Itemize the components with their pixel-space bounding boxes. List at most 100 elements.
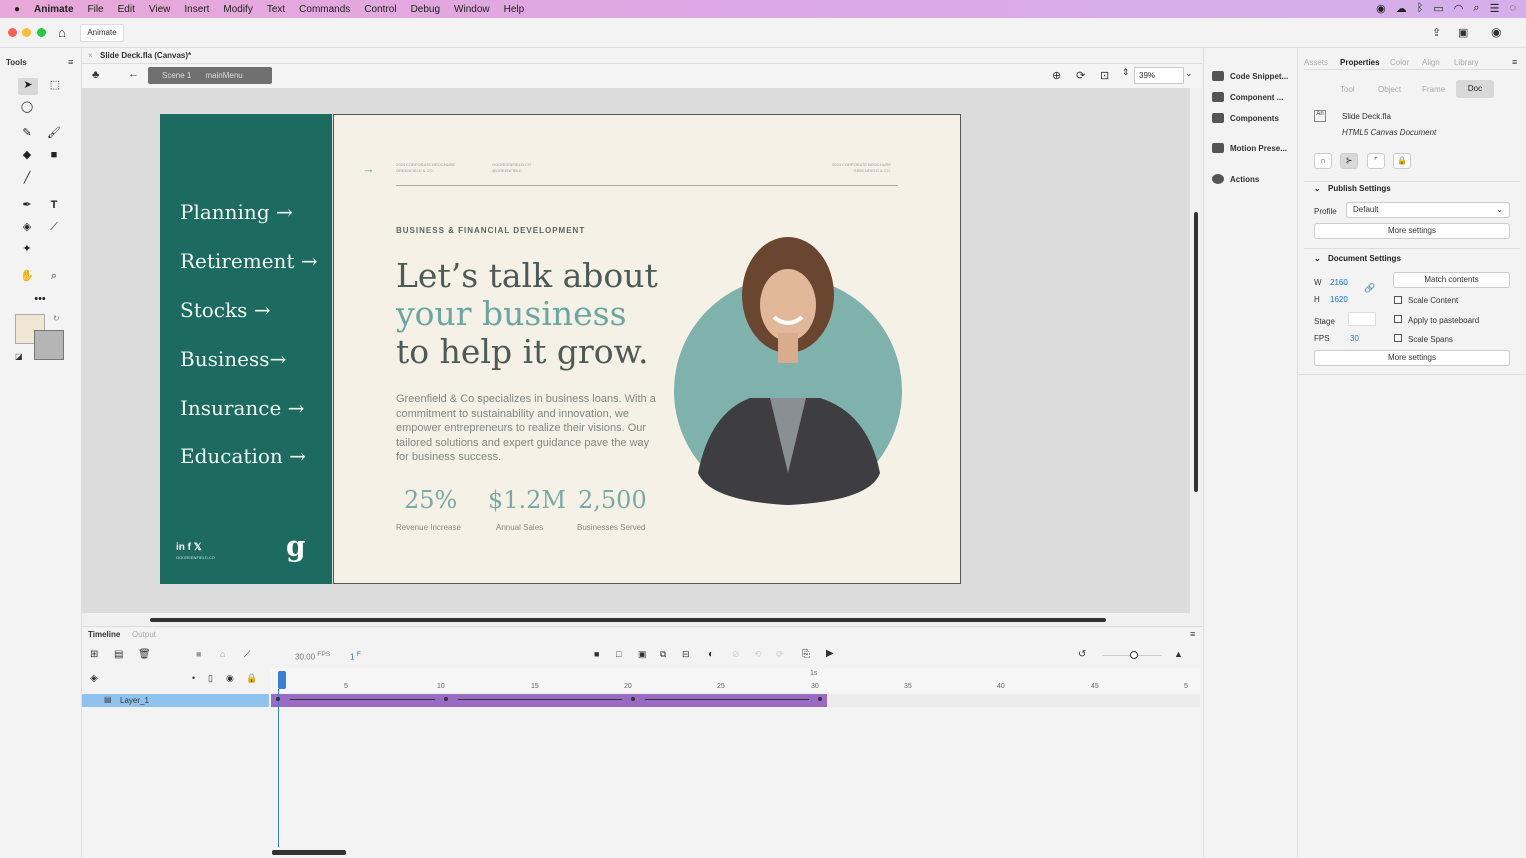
fit-frames-icon[interactable]: ↺	[1078, 649, 1086, 660]
layout-icon[interactable]: ▣	[1458, 26, 1468, 39]
new-folder-icon[interactable]: ▤	[114, 649, 123, 660]
nav-education[interactable]: Education →	[180, 444, 306, 468]
playhead-handle[interactable]	[278, 671, 286, 689]
outline-icon[interactable]: ▯	[208, 673, 213, 684]
document-settings-heading[interactable]: Document Settings	[1328, 254, 1401, 263]
workspace-tab[interactable]: Animate	[80, 24, 124, 42]
menu-debug[interactable]: Debug	[411, 4, 440, 15]
motion-tween-icon[interactable]: ⊟	[682, 649, 690, 660]
vertical-scrollbar[interactable]	[1194, 212, 1198, 492]
pen-tool-icon[interactable]: ✒	[20, 198, 34, 212]
keyframe-4[interactable]	[818, 697, 822, 701]
line-tool-icon[interactable]: ╱	[20, 171, 34, 185]
test-movie-icon[interactable]: ◉	[1491, 25, 1501, 39]
keyframe-3[interactable]	[631, 697, 635, 701]
loop-playback-icon[interactable]: ⎘	[802, 649, 810, 660]
menu-commands[interactable]: Commands	[299, 4, 350, 15]
new-layer-icon[interactable]: ⊞	[90, 649, 98, 660]
timeline-ruler[interactable]	[270, 668, 1200, 692]
zoom-dropdown-icon[interactable]: ⌄	[1185, 68, 1193, 79]
menu-text[interactable]: Text	[267, 4, 285, 15]
share-icon[interactable]: ⇪	[1432, 26, 1441, 39]
free-transform-tool-icon[interactable]: ⬚	[48, 78, 62, 92]
tab-timeline[interactable]: Timeline	[88, 630, 120, 639]
guide-icon[interactable]: ⌜	[1367, 153, 1385, 169]
layer-row[interactable]: ▤ Layer_1	[82, 694, 269, 707]
zoom-window-button[interactable]	[37, 28, 46, 37]
apply-pasteboard-checkbox[interactable]	[1394, 315, 1402, 323]
record-icon[interactable]: ◉	[1376, 2, 1386, 15]
magnet-icon[interactable]: ∩	[1314, 153, 1332, 169]
fps-readout-value[interactable]: 30.00	[295, 653, 315, 662]
keyframe-2[interactable]	[444, 697, 448, 701]
breadcrumb-symbol[interactable]: mainMenu	[205, 71, 242, 80]
nav-retirement[interactable]: Retirement →	[180, 249, 318, 273]
text-tool-icon[interactable]: T	[47, 198, 61, 212]
eraser-tool-icon[interactable]: ◆	[20, 148, 34, 162]
paint-bucket-tool-icon[interactable]: ◈	[20, 220, 34, 234]
battery-icon[interactable]: ▭	[1433, 2, 1443, 15]
tab-align[interactable]: Align	[1422, 58, 1440, 67]
match-contents-button[interactable]: Match contents	[1393, 272, 1510, 288]
lock-layers-icon[interactable]: 🔒	[246, 673, 257, 684]
tools-menu-icon[interactable]: ≡	[68, 57, 73, 67]
home-icon[interactable]: ⌂	[58, 25, 66, 40]
publish-more-settings-button[interactable]: More settings	[1314, 223, 1510, 239]
search-icon[interactable]: ⌕	[1473, 2, 1479, 15]
layer-name[interactable]: Layer_1	[120, 696, 149, 705]
delete-layer-icon[interactable]: 🗑	[138, 649, 151, 660]
menu-window[interactable]: Window	[454, 4, 490, 15]
empty-frames[interactable]	[827, 694, 1200, 707]
menu-file[interactable]: File	[88, 4, 104, 15]
subtab-frame[interactable]: Frame	[1422, 85, 1445, 94]
rotate-stage-icon[interactable]: ⟳	[1076, 69, 1085, 82]
menu-insert[interactable]: Insert	[184, 4, 209, 15]
horizontal-scrollbar[interactable]	[150, 618, 1106, 622]
fill-color-swatch[interactable]	[34, 330, 64, 360]
edit-scene-icon[interactable]: ♣	[92, 69, 99, 81]
play-icon[interactable]: ▶	[826, 648, 834, 659]
menu-help[interactable]: Help	[504, 4, 525, 15]
subtab-tool[interactable]: Tool	[1340, 85, 1355, 94]
portrait-image[interactable]	[670, 233, 910, 511]
bluetooth-icon[interactable]: ᛒ	[1417, 2, 1424, 15]
snap-icon[interactable]: ⊕	[1052, 69, 1061, 82]
eyedropper-tool-icon[interactable]: ⟋	[47, 220, 61, 234]
document-tab[interactable]: Slide Deck.fla (Canvas)*	[100, 51, 191, 60]
layer-depth-icon[interactable]: ⌂	[220, 649, 225, 659]
height-value[interactable]: 1620	[1330, 295, 1348, 304]
wifi-icon[interactable]: ◠	[1454, 2, 1464, 15]
document-settings-chevron-icon[interactable]: ⌄	[1314, 254, 1321, 263]
insert-frame-icon[interactable]: ▣	[638, 649, 647, 660]
close-tab-icon[interactable]: ×	[88, 51, 93, 60]
selection-tool-icon[interactable]: ➤	[18, 78, 38, 95]
brush-tool-icon[interactable]: 🖌	[47, 126, 61, 140]
subtab-object[interactable]: Object	[1378, 85, 1401, 94]
creative-cloud-icon[interactable]: ☁	[1396, 2, 1407, 15]
publish-settings-chevron-icon[interactable]: ⌄	[1314, 184, 1321, 193]
scale-content-checkbox[interactable]	[1394, 296, 1402, 304]
breadcrumb-scene[interactable]: Scene 1	[162, 71, 191, 80]
more-tools-icon[interactable]: •••	[33, 292, 47, 306]
minimize-window-button[interactable]	[22, 28, 31, 37]
tween-span[interactable]	[271, 694, 827, 707]
menu-control[interactable]: Control	[364, 4, 396, 15]
scale-spans-checkbox[interactable]	[1394, 334, 1402, 342]
rectangle-tool-icon[interactable]: ■	[47, 148, 61, 162]
camera-icon[interactable]: ■	[196, 649, 201, 659]
keyframe-icon[interactable]: ■	[594, 649, 599, 659]
nav-business[interactable]: Business→	[180, 347, 286, 371]
timeline-menu-icon[interactable]: ≡	[1190, 629, 1195, 639]
layers-icon[interactable]: ◈	[90, 673, 98, 684]
default-colors-icon[interactable]: ◪	[15, 352, 23, 361]
blank-keyframe-icon[interactable]: □	[616, 649, 621, 659]
nav-stocks[interactable]: Stocks →	[180, 298, 270, 322]
tab-library[interactable]: Library	[1454, 58, 1478, 67]
width-value[interactable]: 2160	[1330, 278, 1348, 287]
swap-colors-icon[interactable]: ↻	[53, 314, 60, 323]
profile-dropdown[interactable]: Default ⌄	[1346, 202, 1510, 218]
code-snippets-panel[interactable]: Code Snippet...	[1212, 71, 1288, 81]
zoom-tool-icon[interactable]: ⌕	[47, 269, 61, 283]
publish-settings-heading[interactable]: Publish Settings	[1328, 184, 1391, 193]
component-parameters-panel[interactable]: Component ...	[1212, 92, 1283, 102]
